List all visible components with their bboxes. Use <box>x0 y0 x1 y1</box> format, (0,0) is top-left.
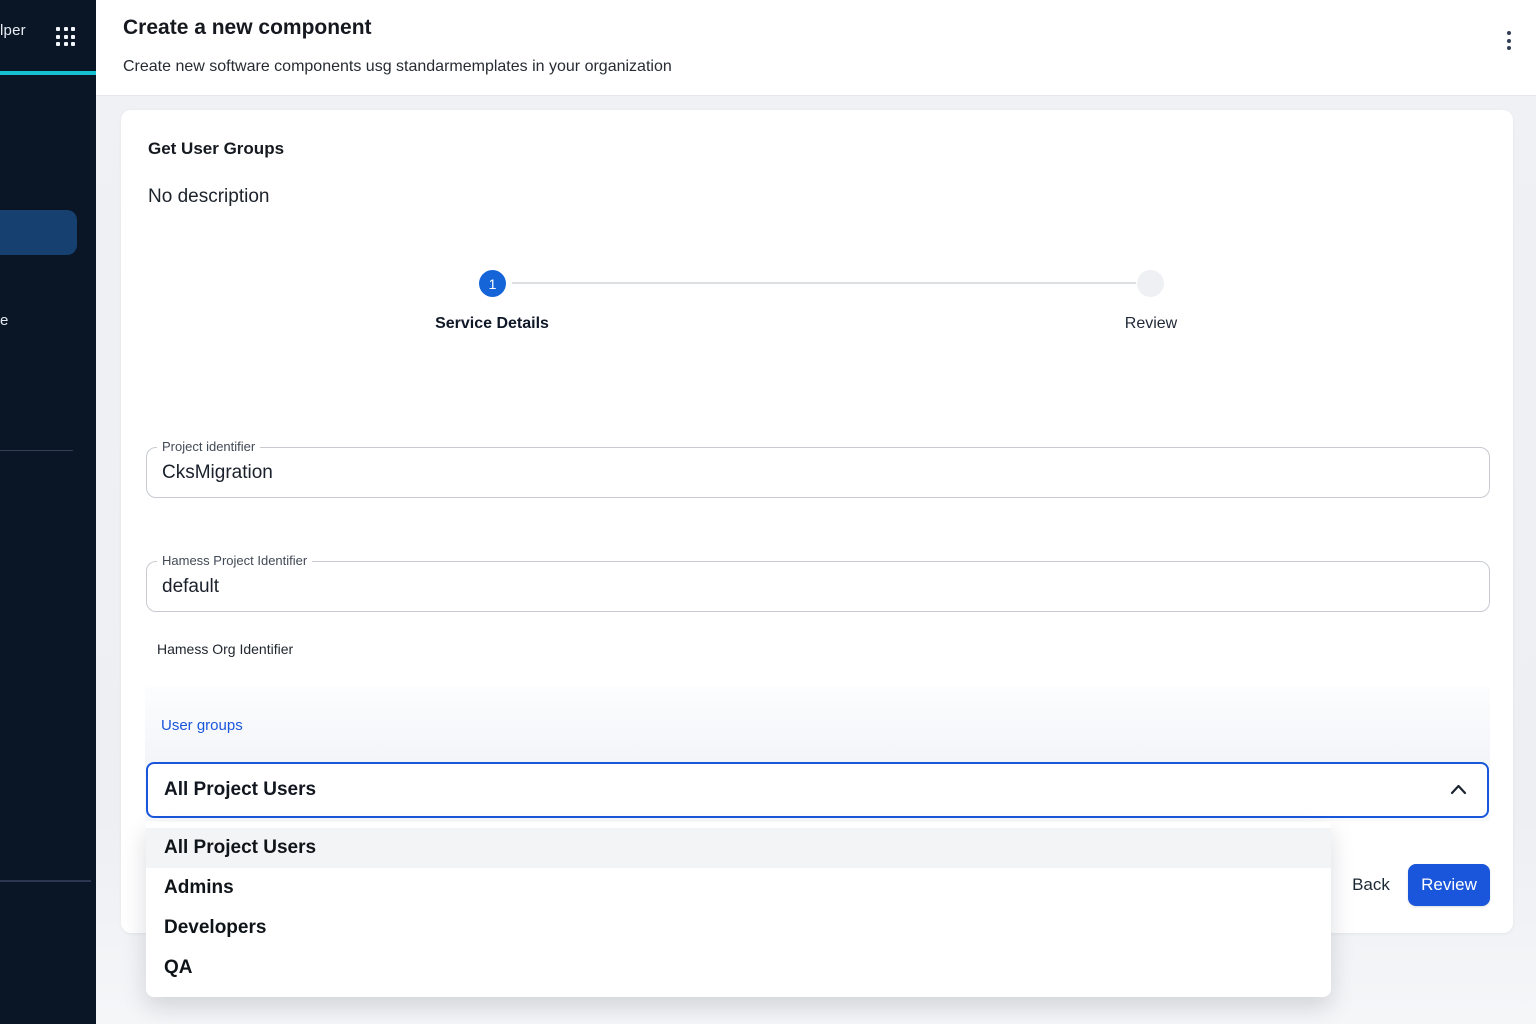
dropdown-option[interactable]: Developers <box>146 908 1331 948</box>
sidebar-item-selected[interactable] <box>0 210 77 255</box>
step-1-number: 1 <box>489 276 497 292</box>
user-groups-link[interactable]: User groups <box>161 717 243 734</box>
sidebar: lper e <box>0 0 96 1024</box>
step-1-label: Service Details <box>367 315 617 333</box>
step-1-indicator: 1 <box>479 270 506 297</box>
screen: lper e Create a new component Create new… <box>0 0 1536 1024</box>
user-groups-dropdown-menu: All Project Users Admins Developers QA <box>146 822 1331 997</box>
template-title: Get User Groups <box>148 139 284 159</box>
step-2-indicator <box>1137 270 1164 297</box>
sidebar-item-label: e <box>0 312 8 329</box>
sidebar-divider <box>0 450 73 451</box>
dropdown-option[interactable]: QA <box>146 948 1331 988</box>
template-form-card: Get User Groups No description 1 Service… <box>121 110 1513 933</box>
dropdown-option[interactable]: Admins <box>146 868 1331 908</box>
review-button[interactable]: Review <box>1408 864 1490 906</box>
project-identifier-field: Project identifier <box>146 447 1490 498</box>
chevron-up-icon <box>1450 784 1467 795</box>
harness-project-identifier-field: Hamess Project Identifier <box>146 561 1490 612</box>
back-button[interactable]: Back <box>1331 865 1411 905</box>
step-2-label: Review <box>1026 315 1276 333</box>
page-subtitle: Create new software components usg stand… <box>123 58 672 76</box>
page-title: Create a new component <box>123 16 372 40</box>
page-header: Create a new component Create new softwa… <box>96 0 1536 96</box>
app-grid-icon[interactable] <box>56 27 77 48</box>
stepper-connector <box>512 282 1136 284</box>
project-identifier-input[interactable] <box>162 449 1462 496</box>
user-groups-select-value: All Project Users <box>164 779 316 801</box>
kebab-menu-icon[interactable] <box>1503 31 1515 53</box>
sidebar-divider <box>0 880 91 882</box>
org-identifier-label: Hamess Org Identifier <box>157 641 293 657</box>
dropdown-option[interactable]: All Project Users <box>146 828 1331 868</box>
app-name-label: lper <box>0 22 26 39</box>
template-description: No description <box>148 186 269 208</box>
harness-project-identifier-input[interactable] <box>162 563 1462 610</box>
user-groups-select[interactable]: All Project Users <box>146 762 1489 818</box>
accent-divider <box>0 71 96 75</box>
